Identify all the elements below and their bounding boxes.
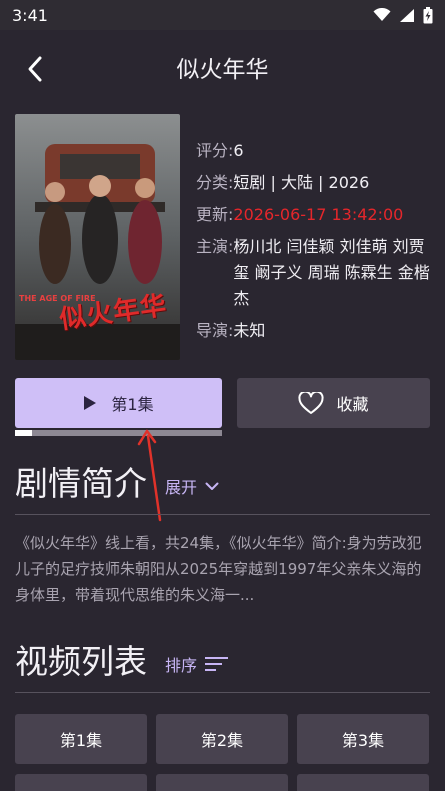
sort-button[interactable]: 排序: [165, 652, 229, 676]
updated-row: 更新: 2026-06-17 13:42:00: [196, 202, 432, 228]
category-label: 分类:: [196, 173, 234, 192]
status-icons: [373, 6, 433, 24]
episode-button[interactable]: 第3集: [297, 714, 429, 764]
expand-label: 展开: [165, 478, 198, 497]
favorite-button-label: 收藏: [336, 395, 369, 414]
episode-button-partial[interactable]: [297, 774, 429, 791]
updated-value: 2026-06-17 13:42:00: [233, 205, 404, 224]
rating-value: 6: [233, 141, 244, 160]
play-button[interactable]: 第1集: [15, 378, 222, 428]
favorite-button[interactable]: 收藏: [237, 378, 430, 428]
expand-button[interactable]: 展开: [165, 474, 219, 498]
status-bar: 3:41: [0, 0, 445, 30]
episode-grid: 第1集 第2集 第3集: [15, 714, 430, 791]
episode-button-partial[interactable]: [15, 774, 147, 791]
signal-icon: [400, 8, 414, 22]
synopsis-text: 《似火年华》线上看，共24集，《似火年华》简介:身为劳改犯儿子的足疗技师朱朝阳从…: [15, 534, 422, 604]
episode-button-partial[interactable]: [156, 774, 288, 791]
wifi-icon: [373, 8, 391, 21]
rating-label: 评分:: [196, 141, 234, 160]
category-row: 分类: 短剧 | 大陆 | 2026: [196, 170, 432, 196]
sort-icon: [205, 657, 229, 671]
synopsis-divider: [15, 514, 430, 515]
sort-label: 排序: [165, 656, 198, 675]
director-value: 未知: [233, 321, 266, 340]
video-list-header: 视频列表 排序: [15, 642, 430, 682]
top-app-bar: 似火年华: [0, 30, 445, 108]
rating-row: 评分: 6: [196, 138, 432, 164]
battery-charging-icon: [423, 6, 433, 23]
play-button-label: 第1集: [111, 395, 154, 414]
page-title: 似火年华: [176, 57, 269, 83]
cast-label: 主演:: [196, 237, 234, 256]
video-list-title: 视频列表: [15, 642, 147, 681]
cast-value: 杨川北 闫佳颖 刘佳萌 刘贾玺 阚子义 周瑞 陈霖生 金楷杰: [233, 237, 430, 308]
status-time: 3:41: [12, 5, 48, 25]
synopsis-title: 剧情简介: [15, 464, 147, 503]
chevron-down-icon: [205, 482, 219, 490]
category-value: 短剧 | 大陆 | 2026: [233, 173, 370, 192]
watch-progress-fill: [15, 430, 32, 436]
episode-button[interactable]: 第2集: [156, 714, 288, 764]
watch-progress-bar: [15, 430, 222, 436]
synopsis-header: 剧情简介 展开: [15, 464, 430, 504]
cast-row: 主演: 杨川北 闫佳颖 刘佳萌 刘贾玺 阚子义 周瑞 陈霖生 金楷杰: [196, 234, 432, 312]
drama-info: 评分: 6 分类: 短剧 | 大陆 | 2026 更新: 2026-06-17 …: [196, 138, 432, 350]
updated-label: 更新:: [196, 205, 234, 224]
director-label: 导演:: [196, 321, 234, 340]
video-list-divider: [15, 692, 430, 693]
play-icon: [84, 396, 97, 410]
director-row: 导演: 未知: [196, 318, 432, 344]
episode-button[interactable]: 第1集: [15, 714, 147, 764]
heart-icon: [298, 391, 325, 414]
poster-image: THE AGE OF FIRE 似火年华: [15, 114, 180, 360]
